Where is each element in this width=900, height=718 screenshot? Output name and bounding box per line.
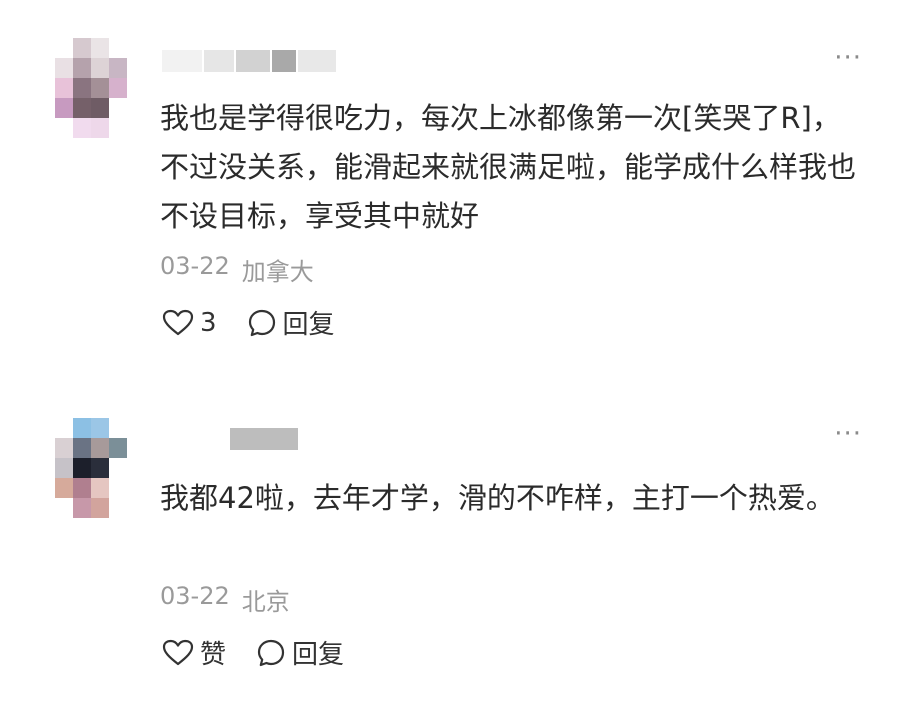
username[interactable] [162,48,336,74]
comment-bubble-icon [256,638,286,668]
comment-date: 03-22 [160,582,230,610]
comment-item: ··· 我也是学得很吃力，每次上冰都像第一次[笑哭了R]，不过没关系，能滑起来就… [0,0,900,360]
reply-label: 回复 [282,310,335,340]
comment-text: 我都42啦，去年才学，滑的不咋样，主打一个热爱。 [160,481,835,515]
comment-location: 北京 [241,588,290,616]
more-options-button[interactable]: ··· [834,45,862,71]
heart-icon [162,639,194,667]
reply-button[interactable]: 回复 [256,634,344,671]
comment-meta: 03-22 北京 [160,582,290,617]
like-button[interactable]: 3 [162,308,217,338]
comment-text: 我也是学得很吃力，每次上冰都像第一次[笑哭了R]，不过没关系，能滑起来就很满足啦… [160,101,857,233]
more-horizontal-icon: ··· [834,419,862,449]
like-button[interactable]: 赞 [162,634,226,671]
more-horizontal-icon: ··· [834,43,862,73]
reply-label: 回复 [292,640,345,670]
avatar[interactable] [55,38,127,138]
comment-date: 03-22 [160,252,230,280]
comment-item: ··· 我都42啦，去年才学，滑的不咋样，主打一个热爱。 03-22 北京 赞 … [0,400,900,718]
comment-location: 加拿大 [241,258,314,286]
reply-button[interactable]: 回复 [247,304,335,341]
avatar[interactable] [55,418,127,518]
comment-actions: 3 回复 [162,304,335,341]
comment-meta: 03-22 加拿大 [160,252,314,287]
heart-icon [162,309,194,337]
comment-bubble-icon [247,308,277,338]
username[interactable] [162,426,298,452]
comment-actions: 赞 回复 [162,634,344,671]
like-label: 赞 [200,640,227,670]
more-options-button[interactable]: ··· [834,421,862,447]
like-count: 3 [200,307,217,338]
